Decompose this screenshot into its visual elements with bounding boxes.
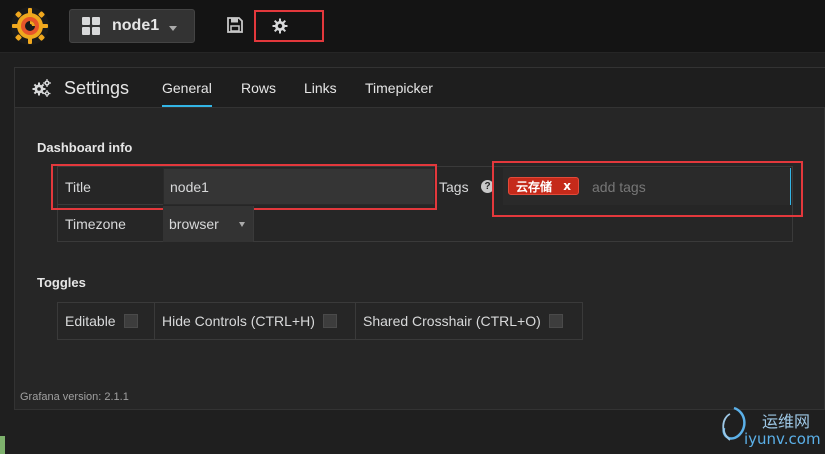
caret-down-icon (239, 222, 245, 227)
toggle-shared-crosshair-label: Shared Crosshair (CTRL+O) (363, 313, 541, 329)
hide-controls-checkbox[interactable] (322, 314, 337, 328)
tags-label: Tags (439, 179, 469, 195)
dashboard-grid-icon (82, 17, 100, 35)
tags-highlight (492, 161, 803, 217)
top-navbar: node1 (0, 0, 825, 53)
watermark-top: 运维网 (762, 412, 811, 431)
toggles-group: Editable Hide Controls (CTRL+H) Shared C… (57, 302, 583, 340)
version-text: Grafana version: 2.1.1 (20, 391, 129, 403)
toggle-hide-controls-label: Hide Controls (CTRL+H) (162, 313, 315, 329)
shared-crosshair-checkbox[interactable] (548, 314, 563, 328)
toggles-heading: Toggles (37, 275, 86, 290)
chevron-down-icon (169, 25, 178, 31)
dashboard-picker[interactable]: node1 (69, 9, 195, 43)
toggle-editable[interactable]: Editable (58, 303, 155, 339)
timezone-value: browser (169, 216, 219, 232)
watermark: 运维网 iyunv.com (716, 406, 821, 452)
settings-header: Settings General Rows Links Timepicker (15, 68, 825, 108)
dashboard-info-heading: Dashboard info (37, 140, 133, 155)
tab-timepicker[interactable]: Timepicker (365, 80, 433, 96)
settings-button[interactable] (254, 10, 324, 42)
floppy-disk-icon[interactable] (226, 16, 244, 34)
tab-links[interactable]: Links (304, 80, 337, 96)
tab-rows[interactable]: Rows (241, 80, 276, 96)
cogs-icon (32, 79, 51, 97)
editable-checkbox[interactable] (123, 314, 138, 328)
grafana-logo[interactable] (10, 6, 50, 46)
watermark-bottom: iyunv.com (744, 430, 821, 448)
toggle-hide-controls[interactable]: Hide Controls (CTRL+H) (155, 303, 356, 339)
timezone-select[interactable]: browser (163, 206, 254, 242)
timezone-label: Timezone (65, 216, 126, 232)
status-strip (0, 436, 5, 454)
gear-icon (272, 18, 288, 34)
toggle-editable-label: Editable (65, 313, 116, 329)
toggle-shared-crosshair[interactable]: Shared Crosshair (CTRL+O) (356, 303, 582, 339)
dashboard-name: node1 (112, 17, 160, 34)
settings-panel: Settings General Rows Links Timepicker D… (14, 67, 825, 410)
tab-general[interactable]: General (162, 80, 212, 107)
panel-title: Settings (64, 78, 130, 98)
title-highlight (51, 164, 437, 210)
